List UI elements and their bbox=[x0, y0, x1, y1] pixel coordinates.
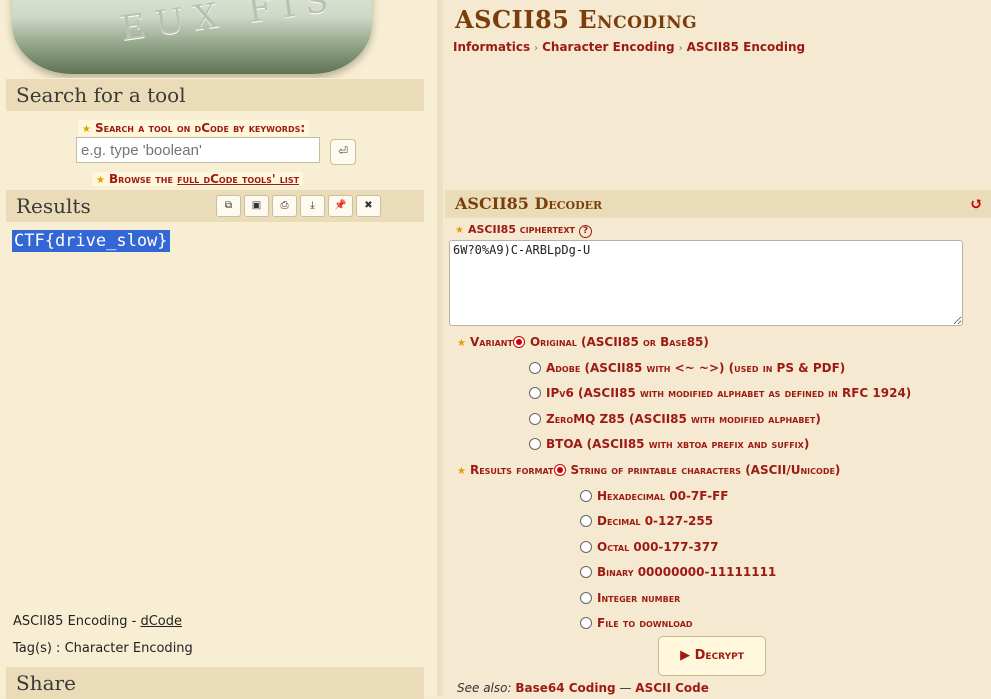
tool-credit: ASCII85 Encoding - dCode bbox=[13, 614, 182, 629]
format-option[interactable]: Binary 00000000-11111111 bbox=[580, 565, 776, 579]
variant-option[interactable]: Adobe (ASCII85 with <~ ~>) (used in PS &… bbox=[529, 361, 845, 375]
see-also-ascii[interactable]: ASCII Code bbox=[635, 681, 709, 695]
main-content: ASCII85 Encoding Informatics › Character E… bbox=[443, 0, 991, 696]
variant-option[interactable]: IPv6 (ASCII85 with modified alphabet as … bbox=[529, 386, 911, 400]
ciphertext-input[interactable] bbox=[449, 240, 963, 326]
format-option-label: Decimal 0-127-255 bbox=[597, 514, 714, 528]
radio-button[interactable] bbox=[580, 540, 592, 553]
format-option[interactable]: Octal 000-177-377 bbox=[580, 540, 718, 554]
tool-credit-text: ASCII85 Encoding - bbox=[13, 614, 141, 629]
result-output[interactable]: CTF{drive_slow} bbox=[12, 230, 170, 252]
variant-option-label: BTOA (ASCII85 with xbtoa prefix and suff… bbox=[546, 437, 810, 451]
format-option-label: Binary 00000000-11111111 bbox=[597, 565, 777, 579]
format-option-label: File to download bbox=[597, 616, 693, 630]
radio-button[interactable] bbox=[529, 387, 541, 399]
see-also-separator: — bbox=[615, 681, 636, 695]
radio-button[interactable] bbox=[580, 617, 592, 629]
close-icon[interactable]: ✖ bbox=[356, 195, 381, 217]
star-icon: ★ bbox=[455, 225, 464, 236]
star-icon: ★ bbox=[457, 338, 466, 349]
browse-prefix: Browse the bbox=[108, 172, 178, 186]
page-title: ASCII85 Encoding bbox=[455, 5, 698, 34]
breadcrumb-ascii85[interactable]: ASCII85 Encoding bbox=[687, 40, 805, 54]
decrypt-label: Decrypt bbox=[694, 648, 744, 663]
radio-button[interactable] bbox=[580, 591, 592, 604]
help-icon[interactable]: ? bbox=[579, 225, 593, 238]
chevron-right-icon: › bbox=[534, 43, 539, 54]
see-also: See also: Base64 Coding — ASCII Code bbox=[457, 681, 709, 695]
play-icon: ▶ bbox=[680, 648, 695, 663]
decrypt-button[interactable]: ▶ Decrypt bbox=[658, 636, 766, 676]
chevron-right-icon: › bbox=[678, 43, 683, 54]
pin-icon[interactable]: 📌 bbox=[328, 195, 353, 217]
format-option-label: String of printable characters (ASCII/Un… bbox=[570, 463, 841, 477]
download-icon[interactable]: ⤓ bbox=[300, 195, 325, 217]
variant-option[interactable]: BTOA (ASCII85 with xbtoa prefix and suff… bbox=[529, 437, 809, 451]
variant-option[interactable]: ★ Variant Original (ASCII85 or Base85) bbox=[457, 335, 709, 349]
variant-option[interactable]: ZeroMQ Z85 (ASCII85 with modified alphab… bbox=[529, 412, 821, 426]
print-icon[interactable]: ⎙ bbox=[272, 195, 297, 217]
star-icon: ★ bbox=[457, 466, 466, 477]
dcode-link[interactable]: dCode bbox=[140, 614, 182, 629]
breadcrumb-informatics[interactable]: Informatics bbox=[453, 40, 530, 54]
search-input[interactable] bbox=[76, 137, 320, 163]
see-also-prefix: See also: bbox=[457, 681, 516, 695]
format-option[interactable]: Hexadecimal 00-7F-FF bbox=[580, 489, 728, 503]
format-option-label: Hexadecimal 00-7F-FF bbox=[597, 488, 729, 503]
format-option-label: Integer number bbox=[597, 590, 681, 605]
format-option[interactable]: ★ Results format String of printable chara… bbox=[457, 463, 840, 477]
search-panel: ★Search a tool on dCode by keywords: ⏎ ★… bbox=[6, 113, 424, 187]
variant-option-label: Adobe (ASCII85 with <~ ~>) (used in PS &… bbox=[546, 360, 846, 375]
variant-option-label: ZeroMQ Z85 (ASCII85 with modified alphab… bbox=[546, 411, 821, 426]
search-label: ★ Search a tool on dCode by keywords: bbox=[78, 120, 310, 136]
decoder-heading: ASCII85 Decoder ↺ bbox=[445, 190, 991, 218]
radio-button[interactable] bbox=[529, 361, 541, 374]
radio-button[interactable] bbox=[529, 412, 541, 425]
ciphertext-label: ★ ASCII85 ciphertext? bbox=[455, 223, 593, 238]
ciphertext-label-text: ASCII85 ciphertext bbox=[467, 223, 576, 236]
decoder-title: ASCII85 Decoder bbox=[455, 194, 603, 213]
radio-button[interactable] bbox=[580, 515, 592, 527]
format-option[interactable]: Integer number bbox=[580, 591, 680, 605]
browse-link-text[interactable]: full dCode tools' list bbox=[177, 172, 299, 186]
dcode-logo[interactable]: EUX FIS bbox=[0, 0, 437, 78]
screenshot-icon[interactable]: ▣ bbox=[244, 195, 269, 217]
left-sidebar: EUX FIS Search for a tool ★ Search a tool… bbox=[0, 0, 443, 699]
variant-option-label: Original (ASCII85 or Base85) bbox=[529, 335, 709, 349]
radio-button[interactable] bbox=[580, 489, 592, 502]
variant-label: Variant bbox=[469, 335, 513, 349]
radio-button[interactable] bbox=[512, 336, 525, 348]
search-heading: Search for a tool bbox=[6, 79, 424, 111]
star-icon: ★ bbox=[96, 175, 105, 186]
radio-button[interactable] bbox=[553, 464, 566, 476]
format-option[interactable]: Decimal 0-127-255 bbox=[580, 514, 713, 528]
browse-tools-link[interactable]: ★ Browse the full dCode tools' list bbox=[92, 172, 304, 186]
radio-button[interactable] bbox=[529, 438, 541, 450]
reset-icon[interactable]: ↺ bbox=[970, 190, 983, 218]
enter-icon[interactable]: ⏎ bbox=[330, 139, 356, 165]
see-also-base64[interactable]: Base64 Coding bbox=[515, 681, 615, 695]
format-option[interactable]: File to download bbox=[580, 616, 693, 630]
search-label-text: Search a tool on dCode by keywords: bbox=[94, 121, 306, 135]
results-toolbar: ⧉ ▣ ⎙ ⤓ 📌 ✖ bbox=[216, 195, 381, 217]
share-heading: Share bbox=[6, 667, 424, 699]
star-icon: ★ bbox=[82, 124, 91, 135]
breadcrumb: Informatics › Character Encoding › ASCII85 E… bbox=[453, 40, 805, 54]
copy-icon[interactable]: ⧉ bbox=[216, 195, 241, 217]
radio-button[interactable] bbox=[580, 566, 592, 578]
tags-line: Tag(s) : Character Encoding bbox=[13, 641, 193, 656]
variant-option-label: IPv6 (ASCII85 with modified alphabet as … bbox=[546, 386, 912, 400]
format-label: Results format bbox=[469, 463, 554, 477]
breadcrumb-character-encoding[interactable]: Character Encoding bbox=[542, 40, 674, 54]
format-option-label: Octal 000-177-377 bbox=[597, 539, 719, 554]
